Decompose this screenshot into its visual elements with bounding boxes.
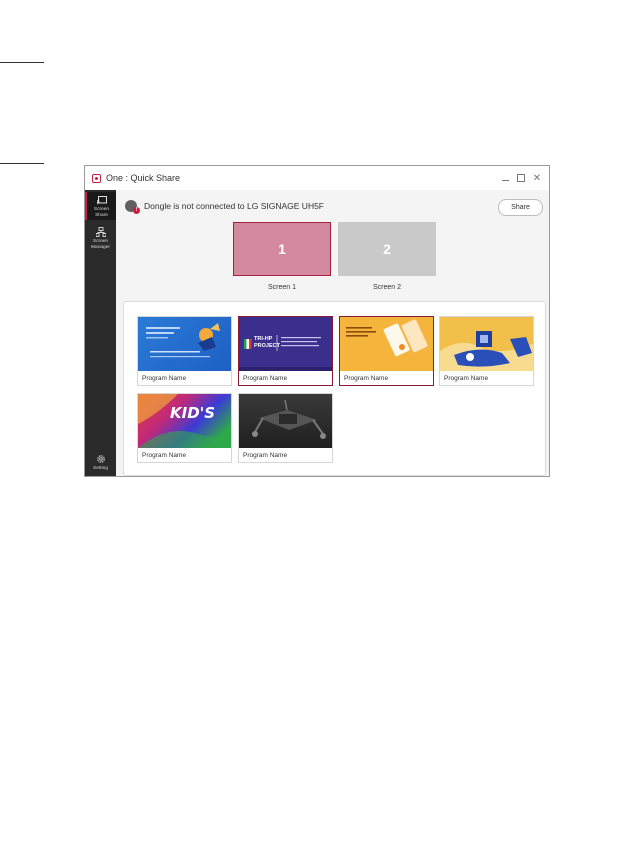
program-card[interactable]: TRI-HP PROJECT Program Name xyxy=(238,316,333,386)
program-name: Program Name xyxy=(243,452,288,459)
program-thumbnail-art xyxy=(146,323,220,358)
sidebar-item-label: Setting xyxy=(93,466,108,471)
program-name: Program Name xyxy=(444,375,489,382)
program-card[interactable]: Program Name xyxy=(137,316,232,386)
program-card[interactable]: Program Name xyxy=(238,393,333,463)
cast-icon xyxy=(96,196,107,205)
program-thumbnail: TRI-HP PROJECT xyxy=(239,317,332,371)
sidebar-item-screen-share[interactable]: Screen Share xyxy=(85,192,116,220)
title-bar[interactable]: One : Quick Share ✕ xyxy=(85,166,549,190)
network-icon xyxy=(95,227,106,237)
warning-badge: ! xyxy=(133,207,140,214)
program-card[interactable]: Program Name xyxy=(339,316,434,386)
program-thumbnail xyxy=(340,317,433,371)
program-thumbnail-art xyxy=(346,319,428,357)
sidebar-item-screen-manager[interactable]: Screen Manager xyxy=(85,227,116,255)
screen-2-tile[interactable]: 2 xyxy=(338,222,436,276)
screen-1-label: Screen 1 xyxy=(267,284,297,291)
dongle-icon: ! xyxy=(125,200,140,214)
connection-status-text: Dongle is not connected to LG SIGNAGE UH… xyxy=(144,201,325,211)
program-card[interactable]: Program Name xyxy=(439,316,534,386)
sidebar-item-setting[interactable]: Setting xyxy=(85,454,116,476)
program-thumbnail: KID'S xyxy=(138,394,231,448)
window-controls: ✕ xyxy=(497,166,545,190)
quick-share-window: One : Quick Share ✕ Screen Share Screen … xyxy=(84,165,550,477)
screen-2-label: Screen 2 xyxy=(372,284,402,291)
gear-icon xyxy=(96,455,105,463)
program-list-panel: Program Name TRI-HP PROJECT Program Name… xyxy=(123,301,546,476)
sidebar: Screen Share Screen Manager Setting xyxy=(85,190,116,476)
maximize-icon[interactable] xyxy=(513,170,529,186)
close-icon[interactable]: ✕ xyxy=(529,170,545,186)
main-area: ! Dongle is not connected to LG SIGNAGE … xyxy=(116,190,549,476)
page-rule-top xyxy=(0,62,44,63)
program-thumbnail-art xyxy=(252,399,326,439)
program-name: Program Name xyxy=(142,375,187,382)
program-thumbnail xyxy=(440,317,533,371)
program-thumbnail-art xyxy=(239,335,332,371)
window-title: One : Quick Share xyxy=(106,173,181,183)
program-name: Program Name xyxy=(344,375,389,382)
program-card[interactable]: KID'S Program Name xyxy=(137,393,232,463)
page-rule-bottom xyxy=(0,163,44,164)
screen-1-tile[interactable]: 1 xyxy=(233,222,331,276)
thumbnail-title: TRI-HP PROJECT xyxy=(254,336,280,349)
thumbnail-title: KID'S xyxy=(170,404,216,422)
program-thumbnail xyxy=(138,317,231,371)
program-thumbnail-art xyxy=(440,331,533,371)
sidebar-item-label: Manager xyxy=(91,244,110,250)
app-logo-icon xyxy=(92,173,101,183)
sidebar-item-label: Share xyxy=(95,212,108,218)
program-thumbnail xyxy=(239,394,332,448)
share-button[interactable]: Share xyxy=(498,199,543,216)
program-name: Program Name xyxy=(142,452,187,459)
minimize-icon[interactable] xyxy=(497,170,513,186)
program-name: Program Name xyxy=(243,375,288,382)
